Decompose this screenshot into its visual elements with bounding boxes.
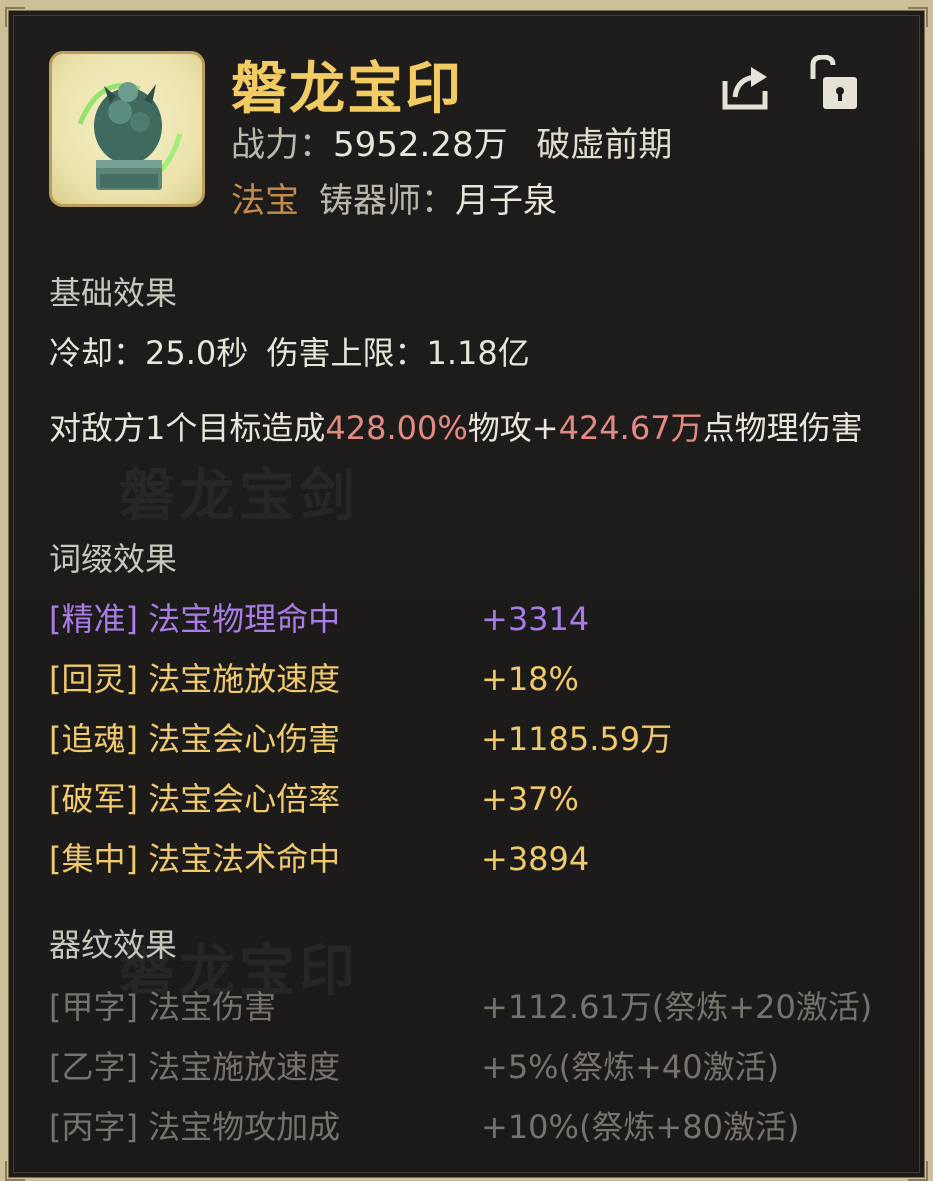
affix-value: +3314 [481, 600, 590, 638]
type-line: 法宝 铸器师：月子泉 [231, 179, 557, 223]
desc-text: 物攻+ [467, 409, 559, 447]
inscription-row: [丙字] 法宝物攻加成 +10%(祭炼+80激活) [49, 1107, 799, 1147]
base-effect-title: 基础效果 [49, 274, 178, 312]
affix-label: [集中] 法宝法术命中 [49, 840, 341, 878]
inscription-label: [乙字] 法宝施放速度 [49, 1048, 341, 1086]
affix-label: [回灵] 法宝施放速度 [49, 660, 341, 698]
affix-row: [破军] 法宝会心倍率 +37% [49, 779, 579, 819]
cooldown-label: 冷却： [49, 334, 146, 372]
share-button[interactable] [721, 61, 771, 111]
cooldown-line: 冷却：25.0秒 伤害上限：1.18亿 [49, 333, 530, 373]
inscription-effect-title: 器纹效果 [49, 926, 178, 964]
inscription-value: +10%(祭炼+80激活) [481, 1108, 800, 1146]
affix-value: +3894 [481, 840, 590, 878]
inscription-label: [甲字] 法宝伤害 [49, 988, 277, 1026]
inscription-value: +112.61万(祭炼+20激活) [481, 988, 873, 1026]
desc-percent-value: 428.00% [325, 409, 468, 447]
affix-effect-title: 词缀效果 [49, 540, 178, 578]
affix-value: +37% [481, 780, 579, 818]
affix-value: +1185.59万 [481, 720, 673, 758]
affix-label: [破军] 法宝会心倍率 [49, 780, 341, 818]
power-label: 战力： [231, 125, 333, 165]
inscription-label: [丙字] 法宝物攻加成 [49, 1108, 341, 1146]
item-name: 磐龙宝印 [231, 57, 463, 122]
affix-row: [追魂] 法宝会心伤害 +1185.59万 [49, 719, 672, 759]
power-value: 5952.28万 [333, 125, 508, 165]
background-watermark: 磐龙宝剑 [119, 464, 359, 529]
inscription-value: +5%(祭炼+40激活) [481, 1048, 780, 1086]
power-line: 战力：5952.28万 破虚前期 [231, 123, 672, 167]
affix-row: [回灵] 法宝施放速度 +18% [49, 659, 579, 699]
cooldown-value: 25.0秒 [145, 334, 249, 372]
affix-value: +18% [481, 660, 579, 698]
unlocked-padlock-icon [810, 54, 857, 109]
item-icon-frame [49, 51, 205, 207]
affix-row: [精准] 法宝物理命中 +3314 [49, 599, 589, 639]
damage-cap-value: 1.18亿 [426, 334, 530, 372]
crafter-name: 月子泉 [455, 181, 557, 221]
crafter-label: 铸器师： [319, 181, 455, 221]
frame-corner [908, 1161, 928, 1181]
skill-description: 对敌方1个目标造成428.00%物攻+424.67万点物理伤害 [49, 396, 909, 460]
lock-toggle-button[interactable] [807, 54, 861, 111]
inscription-row: [甲字] 法宝伤害 +112.61万(祭炼+20激活) [49, 987, 872, 1027]
affix-label: [追魂] 法宝会心伤害 [49, 720, 341, 758]
frame-corner [5, 1161, 25, 1181]
item-tooltip-panel: 磐龙宝剑 磐龙宝印 磐龙宝印 战力：5952.28万 破虚前期 法宝 铸器师：月子… [5, 7, 928, 1181]
frame-corner [908, 7, 928, 27]
desc-flat-value: 424.67万 [558, 409, 703, 447]
affix-row: [集中] 法宝法术命中 +3894 [49, 839, 589, 879]
realm-text: 破虚前期 [536, 125, 673, 165]
affix-label: [精准] 法宝物理命中 [49, 600, 341, 638]
inscription-row: [乙字] 法宝施放速度 +5%(祭炼+40激活) [49, 1047, 779, 1087]
frame-corner [5, 7, 25, 27]
desc-text: 对敌方1个目标造成 [49, 409, 326, 447]
share-icon [722, 67, 768, 110]
jade-dragon-seal-icon [77, 82, 183, 190]
damage-cap-label: 伤害上限： [266, 334, 427, 372]
desc-text: 点物理伤害 [702, 409, 863, 447]
item-type: 法宝 [231, 181, 299, 221]
